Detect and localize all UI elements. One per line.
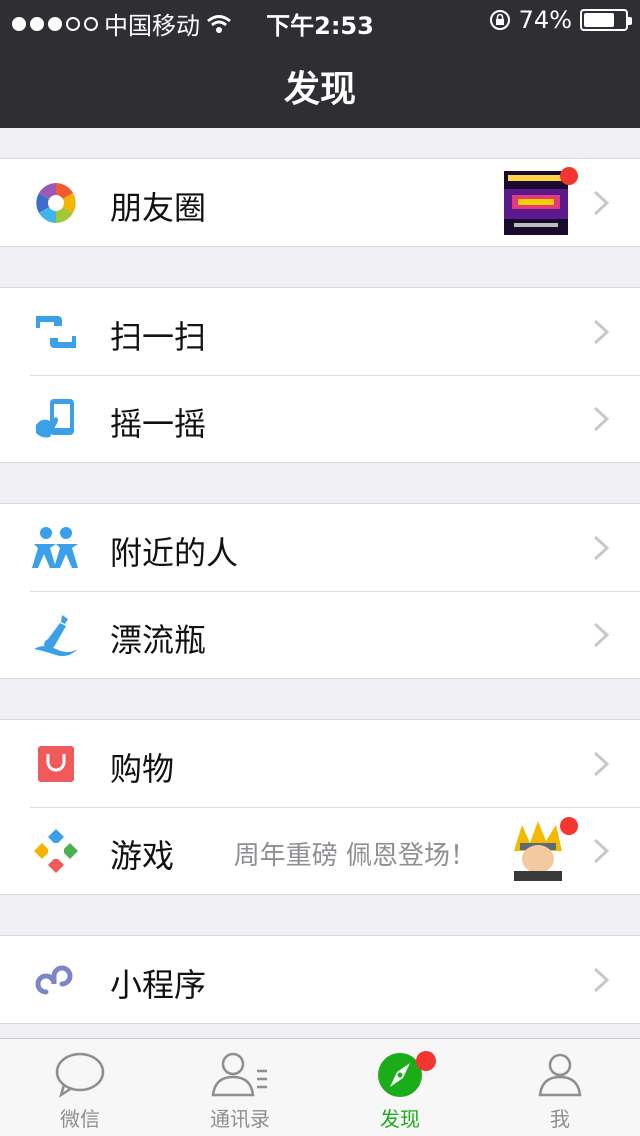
people-nearby-icon (32, 527, 78, 568)
chevron-right-icon (593, 838, 610, 864)
games-thumbnail (508, 821, 568, 881)
list-item-mini-program[interactable]: 小程序 (0, 936, 640, 1023)
list-item-games[interactable]: 游戏 周年重磅 佩恩登场！ (0, 807, 640, 894)
group-mini-programs: 小程序 (0, 935, 640, 1024)
tab-contacts-label: 通讯录 (210, 1107, 270, 1131)
mini-program-icon (35, 965, 73, 995)
battery-percent: 74% (518, 6, 572, 34)
shopping-icon (38, 746, 74, 782)
group-scan-shake: 扫一扫 摇一摇 (0, 287, 640, 463)
chevron-right-icon (593, 622, 610, 648)
tab-discover-badge (416, 1051, 436, 1071)
tab-bar: 微信 通讯录 发现 我 (0, 1038, 640, 1136)
moments-thumbnail (504, 171, 568, 235)
drift-bottle-icon (34, 615, 78, 657)
shake-icon (36, 399, 74, 438)
group-moments: 朋友圈 (0, 158, 640, 247)
chevron-right-icon (593, 535, 610, 561)
chevron-right-icon (593, 406, 610, 432)
people-nearby-label: 附近的人 (110, 534, 239, 572)
list-item-drift-bottle[interactable]: 漂流瓶 (0, 591, 640, 678)
chevron-right-icon (593, 967, 610, 993)
list-item-shake[interactable]: 摇一摇 (0, 375, 640, 462)
mini-program-label: 小程序 (110, 966, 207, 1004)
shopping-label: 购物 (110, 750, 175, 788)
battery-icon (580, 9, 632, 31)
tab-me-label: 我 (550, 1107, 570, 1131)
tab-me[interactable]: 我 (480, 1039, 640, 1136)
drift-bottle-label: 漂流瓶 (110, 621, 207, 659)
top-bar: 中国移动 下午2:53 74% 发现 (0, 0, 640, 128)
moments-label: 朋友圈 (110, 189, 207, 227)
page-title: 发现 (283, 69, 356, 110)
list-item-shopping[interactable]: 购物 (0, 720, 640, 807)
shake-label: 摇一摇 (110, 405, 207, 443)
tab-contacts[interactable]: 通讯录 (160, 1039, 320, 1136)
list-item-moments[interactable]: 朋友圈 (0, 159, 640, 246)
scan-icon (36, 316, 76, 348)
games-label: 游戏 (110, 837, 175, 875)
orientation-lock-icon (489, 10, 510, 30)
moments-icon (36, 183, 76, 223)
tab-discover-label: 发现 (380, 1107, 420, 1131)
chevron-right-icon (593, 190, 610, 216)
games-promo-text: 周年重磅 佩恩登场！ (233, 841, 476, 871)
scan-label: 扫一扫 (110, 318, 207, 356)
profile-icon (538, 1053, 582, 1097)
discover-list: 朋友圈 扫一扫 摇一摇 附近的人 漂流瓶 购物 游戏 周年重磅 佩恩登场！ 小程… (0, 128, 640, 1024)
chat-bubble-icon (55, 1052, 105, 1098)
group-nearby-bottle: 附近的人 漂流瓶 (0, 503, 640, 679)
status-bar: 中国移动 下午2:53 74% (0, 0, 640, 40)
tab-chats[interactable]: 微信 (0, 1039, 160, 1136)
list-item-people-nearby[interactable]: 附近的人 (0, 504, 640, 591)
games-icon (34, 829, 78, 873)
list-item-scan[interactable]: 扫一扫 (0, 288, 640, 375)
games-badge (560, 817, 578, 835)
tab-chats-label: 微信 (60, 1107, 100, 1131)
moments-badge (560, 167, 578, 185)
contacts-icon (211, 1052, 267, 1097)
group-shopping-games: 购物 游戏 周年重磅 佩恩登场！ (0, 719, 640, 895)
chevron-right-icon (593, 319, 610, 345)
chevron-right-icon (593, 751, 610, 777)
tab-discover[interactable]: 发现 (320, 1039, 480, 1136)
